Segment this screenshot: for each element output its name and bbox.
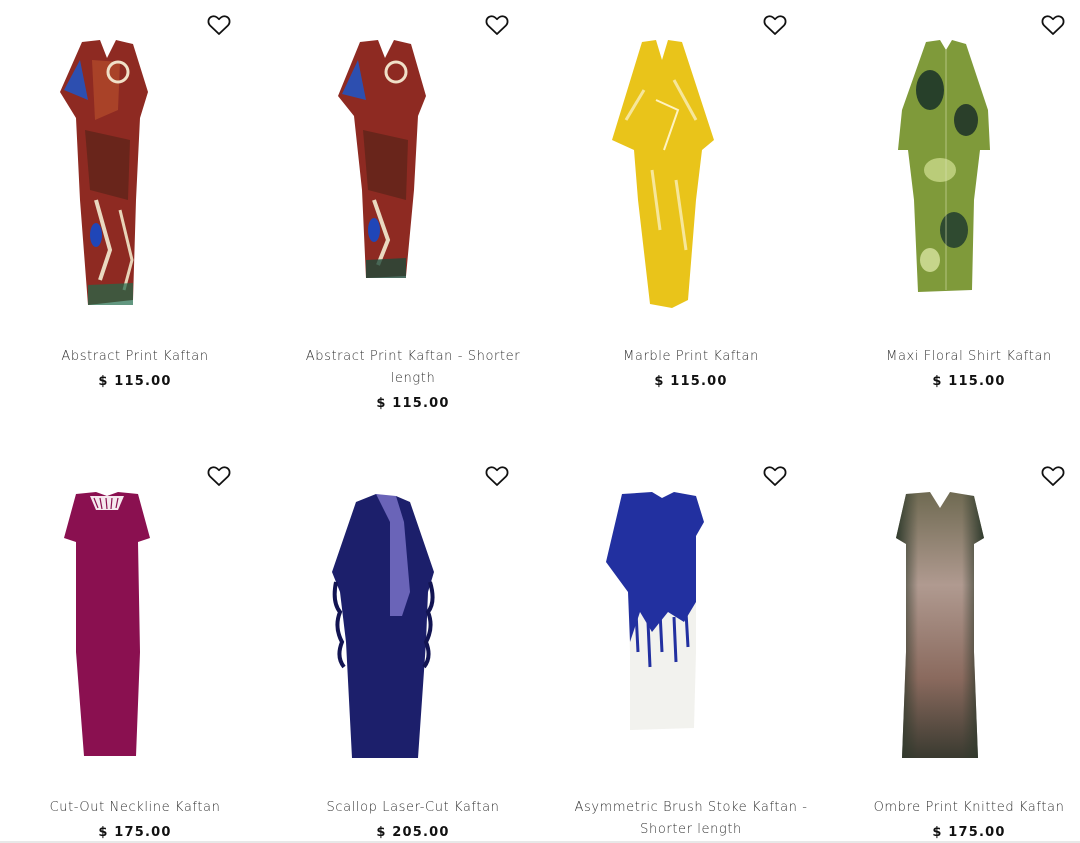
product-name[interactable]: Asymmetric Brush Stoke Kaftan - Shorter …	[556, 797, 826, 841]
wishlist-heart-icon[interactable]	[1041, 14, 1065, 36]
product-name[interactable]: Abstract Print Kaftan	[0, 346, 270, 368]
product-card[interactable]: Maxi Floral Shirt Kaftan $ 115.00	[834, 0, 1080, 420]
product-image[interactable]	[0, 0, 270, 330]
product-card[interactable]: Asymmetric Brush Stoke Kaftan - Shorter …	[556, 452, 826, 843]
product-image[interactable]	[556, 452, 826, 782]
product-name[interactable]: Ombre Print Knitted Kaftan	[834, 797, 1080, 819]
wishlist-heart-icon[interactable]	[207, 465, 231, 487]
product-name[interactable]: Cut-Out Neckline Kaftan	[0, 797, 270, 819]
product-card[interactable]: Scallop Laser-Cut Kaftan $ 205.00	[278, 452, 548, 843]
wishlist-heart-icon[interactable]	[207, 14, 231, 36]
product-price: $ 175.00	[98, 825, 172, 840]
product-card[interactable]: Ombre Print Knitted Kaftan $ 175.00	[834, 452, 1080, 843]
product-name[interactable]: Scallop Laser-Cut Kaftan	[278, 797, 548, 819]
product-card[interactable]: Cut-Out Neckline Kaftan $ 175.00	[0, 452, 270, 843]
product-image[interactable]	[834, 0, 1080, 330]
product-price: $ 115.00	[932, 374, 1006, 389]
product-image[interactable]	[278, 0, 548, 330]
product-price: $ 175.00	[932, 825, 1006, 840]
product-image[interactable]	[278, 452, 548, 782]
product-image[interactable]	[556, 0, 826, 330]
product-card[interactable]: Abstract Print Kaftan - Shorter length $…	[278, 0, 548, 420]
product-price: $ 115.00	[654, 374, 728, 389]
product-card[interactable]: Marble Print Kaftan $ 115.00	[556, 0, 826, 420]
product-name[interactable]: Maxi Floral Shirt Kaftan	[834, 346, 1080, 368]
product-name[interactable]: Abstract Print Kaftan - Shorter length	[278, 346, 548, 390]
product-name[interactable]: Marble Print Kaftan	[556, 346, 826, 368]
wishlist-heart-icon[interactable]	[485, 465, 509, 487]
wishlist-heart-icon[interactable]	[1041, 465, 1065, 487]
wishlist-heart-icon[interactable]	[485, 14, 509, 36]
wishlist-heart-icon[interactable]	[763, 14, 787, 36]
product-price: $ 115.00	[376, 396, 450, 411]
product-grid: Abstract Print Kaftan $ 115.00 Abstract …	[0, 0, 1080, 843]
product-image[interactable]	[834, 452, 1080, 782]
product-image[interactable]	[0, 452, 270, 782]
product-card[interactable]: Abstract Print Kaftan $ 115.00	[0, 0, 270, 420]
wishlist-heart-icon[interactable]	[763, 465, 787, 487]
product-price: $ 205.00	[376, 825, 450, 840]
product-price: $ 115.00	[98, 374, 172, 389]
